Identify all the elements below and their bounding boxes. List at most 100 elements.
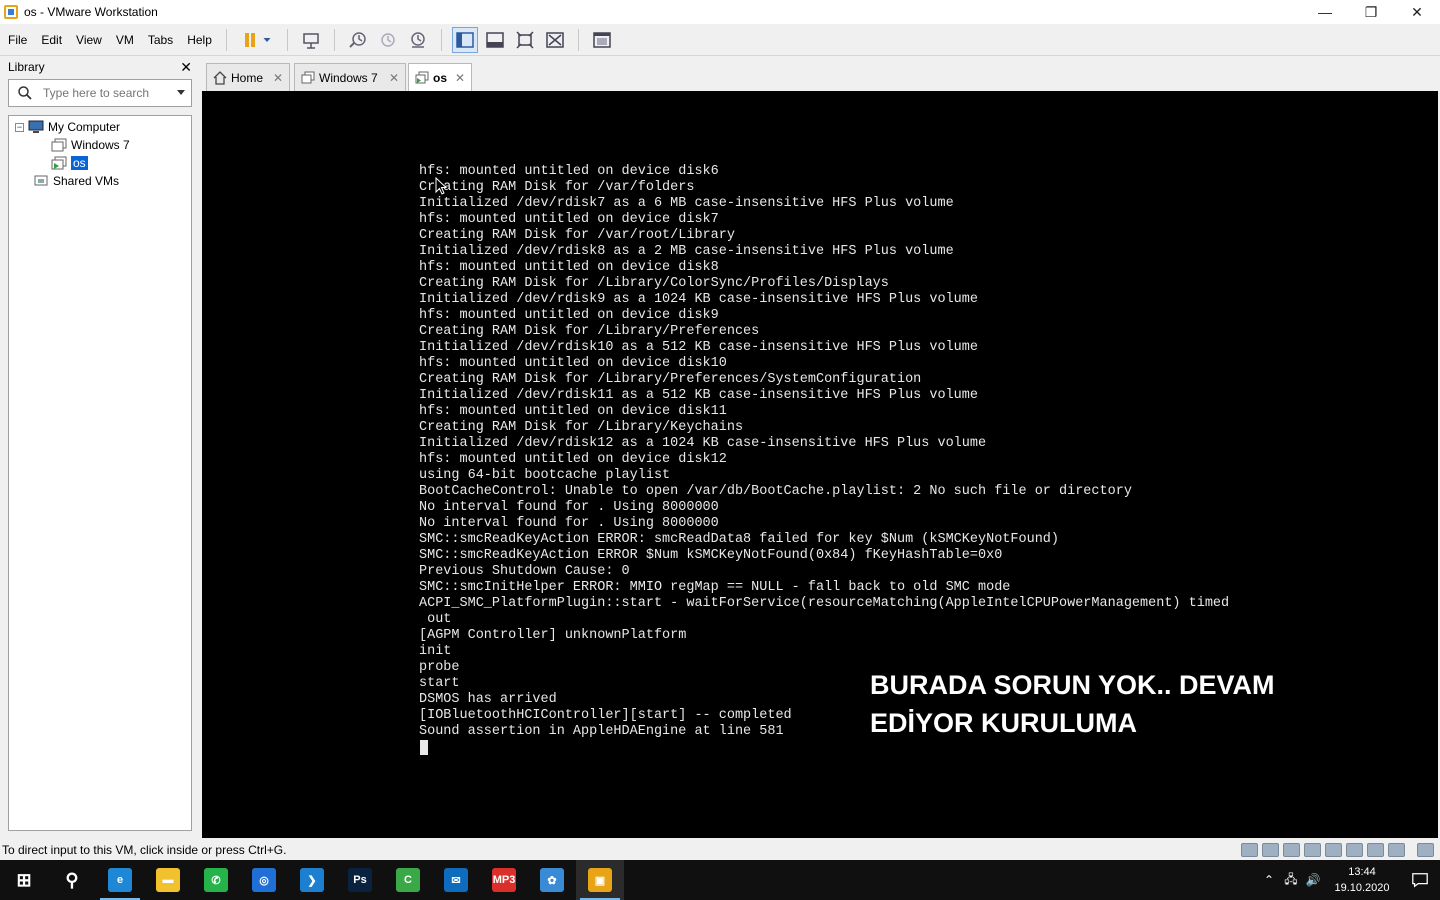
clock[interactable]: 13:44 19.10.2020	[1324, 864, 1400, 896]
printer-icon[interactable]	[1346, 843, 1363, 857]
taskbar-explorer-button[interactable]: ▬	[144, 860, 192, 900]
tab-windows7-close-icon[interactable]: ✕	[389, 71, 399, 85]
floppy-icon[interactable]	[1388, 843, 1405, 857]
tab-os[interactable]: os ✕	[408, 63, 472, 92]
revert-snapshot-button[interactable]	[375, 27, 401, 53]
taskbar-mp3-converter-button[interactable]: MP3	[480, 860, 528, 900]
menu-edit[interactable]: Edit	[35, 29, 68, 51]
full-screen-icon	[516, 30, 534, 49]
menu-view[interactable]: View	[70, 29, 108, 51]
display-icon[interactable]	[1367, 843, 1384, 857]
tree-item-my-computer[interactable]: − My Computer	[15, 118, 120, 136]
text-cursor	[420, 740, 428, 755]
console-line: Previous Shutdown Cause: 0	[419, 564, 630, 579]
status-message: To direct input to this VM, click inside…	[2, 843, 287, 857]
keyboard-icon	[303, 32, 319, 49]
taskbar-edge-button[interactable]: e	[96, 860, 144, 900]
app-blue-icon: ✿	[540, 868, 564, 892]
message-log-icon[interactable]	[1417, 843, 1434, 857]
taskbar-start-button[interactable]: ⊞	[0, 860, 48, 900]
menu-file[interactable]: File	[2, 29, 33, 51]
network-icon[interactable]: 🖧	[1280, 860, 1302, 900]
toolbar-separator	[577, 28, 579, 51]
minimize-button[interactable]: —	[1302, 0, 1348, 24]
tree-collapse-icon[interactable]: −	[15, 122, 24, 132]
show-library-button[interactable]	[451, 26, 478, 53]
vm-console[interactable]: hfs: mounted untitled on device disk6 Cre…	[202, 91, 1438, 838]
taskbar-instagram-button[interactable]: ◎	[240, 860, 288, 900]
menu-help[interactable]: Help	[181, 29, 218, 51]
tree-label-my-computer: My Computer	[48, 120, 121, 134]
library-search-box[interactable]	[8, 79, 192, 107]
console-line: hfs: mounted untitled on device disk6	[419, 164, 719, 179]
thumbnail-view-icon	[486, 31, 504, 48]
tree-label-shared-vms: Shared VMs	[53, 174, 120, 188]
tree-item-windows7[interactable]: Windows 7	[51, 136, 130, 154]
volume-icon[interactable]: 🔊	[1302, 860, 1324, 900]
tree-item-os[interactable]: os	[51, 154, 88, 172]
send-ctrl-alt-del-button[interactable]	[298, 27, 324, 53]
sound-card-icon[interactable]	[1325, 843, 1342, 857]
taskbar-search-button[interactable]: ⚲	[48, 860, 96, 900]
tab-home[interactable]: Home ✕	[206, 63, 290, 91]
taskbar-mail-button[interactable]: ✉	[432, 860, 480, 900]
usb-controller-icon[interactable]	[1304, 843, 1321, 857]
tray-chevron-icon[interactable]: ⌃	[1258, 860, 1280, 900]
console-view-button[interactable]	[589, 27, 615, 53]
tab-home-close-icon[interactable]: ✕	[273, 71, 283, 85]
network-adapter-icon[interactable]	[1283, 843, 1300, 857]
taskbar-vmware-button[interactable]: ▣	[576, 860, 624, 900]
overlay-caption: BURADA SORUN YOK.. DEVAM EDİYOR KURULUMA	[870, 670, 1275, 738]
taskbar-whatsapp-button[interactable]: ✆	[192, 860, 240, 900]
full-screen-button[interactable]	[512, 27, 538, 53]
vm-icon	[51, 138, 67, 152]
taskbar-camtasia-button[interactable]: C	[384, 860, 432, 900]
restore-button[interactable]: ❐	[1348, 0, 1394, 24]
chevron-down-icon	[263, 37, 271, 42]
status-bar: To direct input to this VM, click inside…	[0, 840, 1440, 860]
library-header: Library ✕	[0, 57, 200, 77]
thumbnail-bar-button[interactable]	[482, 27, 508, 53]
tree-item-shared-vms[interactable]: Shared VMs	[33, 172, 119, 190]
tab-strip: Home ✕ Windows 7 ✕ os ✕	[202, 57, 1440, 92]
vmware-app-icon	[4, 5, 18, 19]
notification-center-button[interactable]	[1400, 860, 1440, 900]
unity-button[interactable]	[542, 27, 568, 53]
window-title: os - VMware Workstation	[24, 5, 158, 19]
taskbar-app-blue-button[interactable]: ✿	[528, 860, 576, 900]
take-snapshot-button[interactable]	[345, 27, 371, 53]
console-line: SMC::smcReadKeyAction ERROR $Num kSMCKey…	[419, 548, 1003, 563]
toolbar-separator	[286, 28, 288, 51]
tab-windows7-label: Windows 7	[319, 70, 378, 85]
console-line: hfs: mounted untitled on device disk9	[419, 308, 719, 323]
unity-icon	[546, 31, 564, 48]
search-dropdown-icon[interactable]	[177, 90, 185, 95]
close-button[interactable]: ✕	[1394, 0, 1440, 24]
console-line: Initialized /dev/rdisk7 as a 6 MB case-i…	[419, 196, 954, 211]
pause-button[interactable]	[237, 27, 277, 53]
console-line: ACPI_SMC_PlatformPlugin::start - waitFor…	[419, 596, 1230, 611]
pause-icon	[244, 32, 255, 47]
instagram-icon: ◎	[252, 868, 276, 892]
console-line: Creating RAM Disk for /var/root/Library	[419, 228, 735, 243]
library-search-input[interactable]	[43, 86, 163, 100]
library-view-icon	[456, 31, 474, 48]
snapshot-manager-icon	[411, 31, 425, 48]
system-tray: ⌃ 🖧 🔊 13:44 19.10.2020	[1258, 860, 1440, 900]
clock-date: 19.10.2020	[1334, 882, 1390, 894]
tab-os-close-icon[interactable]: ✕	[455, 71, 465, 85]
tab-windows7[interactable]: Windows 7 ✕	[294, 63, 406, 91]
taskbar-photoshop-button[interactable]: Ps	[336, 860, 384, 900]
console-line: No interval found for . Using 8000000	[419, 516, 719, 531]
menu-vm[interactable]: VM	[110, 29, 140, 51]
library-close-icon[interactable]: ✕	[180, 59, 192, 76]
cd-dvd-icon[interactable]	[1262, 843, 1279, 857]
taskbar-vscode-button[interactable]: ❯	[288, 860, 336, 900]
camtasia-icon: C	[396, 868, 420, 892]
whatsapp-icon: ✆	[204, 868, 228, 892]
snapshot-manager-button[interactable]	[405, 27, 431, 53]
console-line: BootCacheControl: Unable to open /var/db…	[419, 484, 1132, 499]
hard-disk-icon[interactable]	[1241, 843, 1258, 857]
console-line: No interval found for . Using 8000000	[419, 500, 719, 515]
menu-tabs[interactable]: Tabs	[142, 29, 179, 51]
